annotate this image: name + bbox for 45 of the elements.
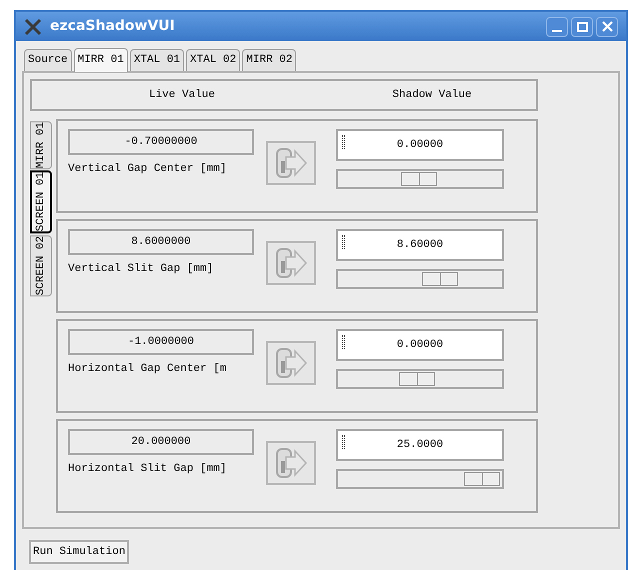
- slider-thumb[interactable]: [399, 372, 436, 386]
- arrow-right-icon: [274, 346, 308, 380]
- arrow-right-icon: [274, 446, 308, 480]
- side-tab[interactable]: MIRR 01: [30, 121, 52, 170]
- tab[interactable]: MIRR 02: [242, 49, 296, 71]
- slider-thumb[interactable]: [422, 272, 458, 286]
- column-heading: Shadow Value: [391, 88, 473, 103]
- live-value-display: -1.0000000: [68, 329, 254, 355]
- arrow-right-icon: [274, 246, 308, 280]
- live-value-display: -0.70000000: [68, 129, 254, 155]
- side-tab[interactable]: SCREEN 02: [30, 234, 52, 296]
- minimize-button[interactable]: [546, 16, 568, 36]
- close-icon: [602, 21, 612, 32]
- live-value-display: 8.6000000: [68, 229, 254, 255]
- shadow-value-field[interactable]: 0.00000: [336, 329, 504, 361]
- maximize-button[interactable]: [571, 16, 593, 36]
- copy-button[interactable]: [266, 141, 316, 185]
- shadow-value-field[interactable]: 8.60000: [336, 229, 504, 261]
- x-logo-icon: [24, 18, 42, 36]
- slider-track[interactable]: [336, 469, 504, 489]
- slider-thumb[interactable]: [401, 172, 437, 186]
- slider-track[interactable]: [336, 169, 504, 189]
- column-heading: Live Value: [148, 88, 216, 103]
- arrow-right-icon: [274, 146, 308, 180]
- tab[interactable]: XTAL 02: [186, 49, 240, 71]
- copy-button[interactable]: [266, 441, 316, 485]
- window-title: ezcaShadowVUI: [50, 17, 175, 36]
- run-simulation-button[interactable]: Run Simulation: [29, 540, 130, 564]
- parameter-label: Vertical Slit Gap [mm]: [68, 262, 214, 277]
- slider-track[interactable]: [336, 269, 504, 289]
- copy-button[interactable]: [266, 341, 316, 385]
- shadow-value-field[interactable]: 25.0000: [336, 429, 504, 461]
- parameter-label: Horizontal Gap Center [m: [68, 362, 228, 377]
- shadow-value-field[interactable]: 0.00000: [336, 129, 504, 161]
- parameter-label: Vertical Gap Center [mm]: [68, 162, 228, 177]
- tab[interactable]: Source: [24, 49, 72, 71]
- copy-button[interactable]: [266, 241, 316, 285]
- close-button[interactable]: [596, 16, 618, 36]
- tab[interactable]: XTAL 01: [130, 49, 184, 71]
- tab[interactable]: MIRR 01: [74, 48, 128, 72]
- slider-track[interactable]: [336, 369, 504, 389]
- side-tab[interactable]: SCREEN 01: [30, 170, 52, 234]
- slider-thumb[interactable]: [464, 472, 500, 486]
- live-value-display: 20.000000: [68, 429, 254, 455]
- parameter-label: Horizontal Slit Gap [mm]: [68, 462, 228, 477]
